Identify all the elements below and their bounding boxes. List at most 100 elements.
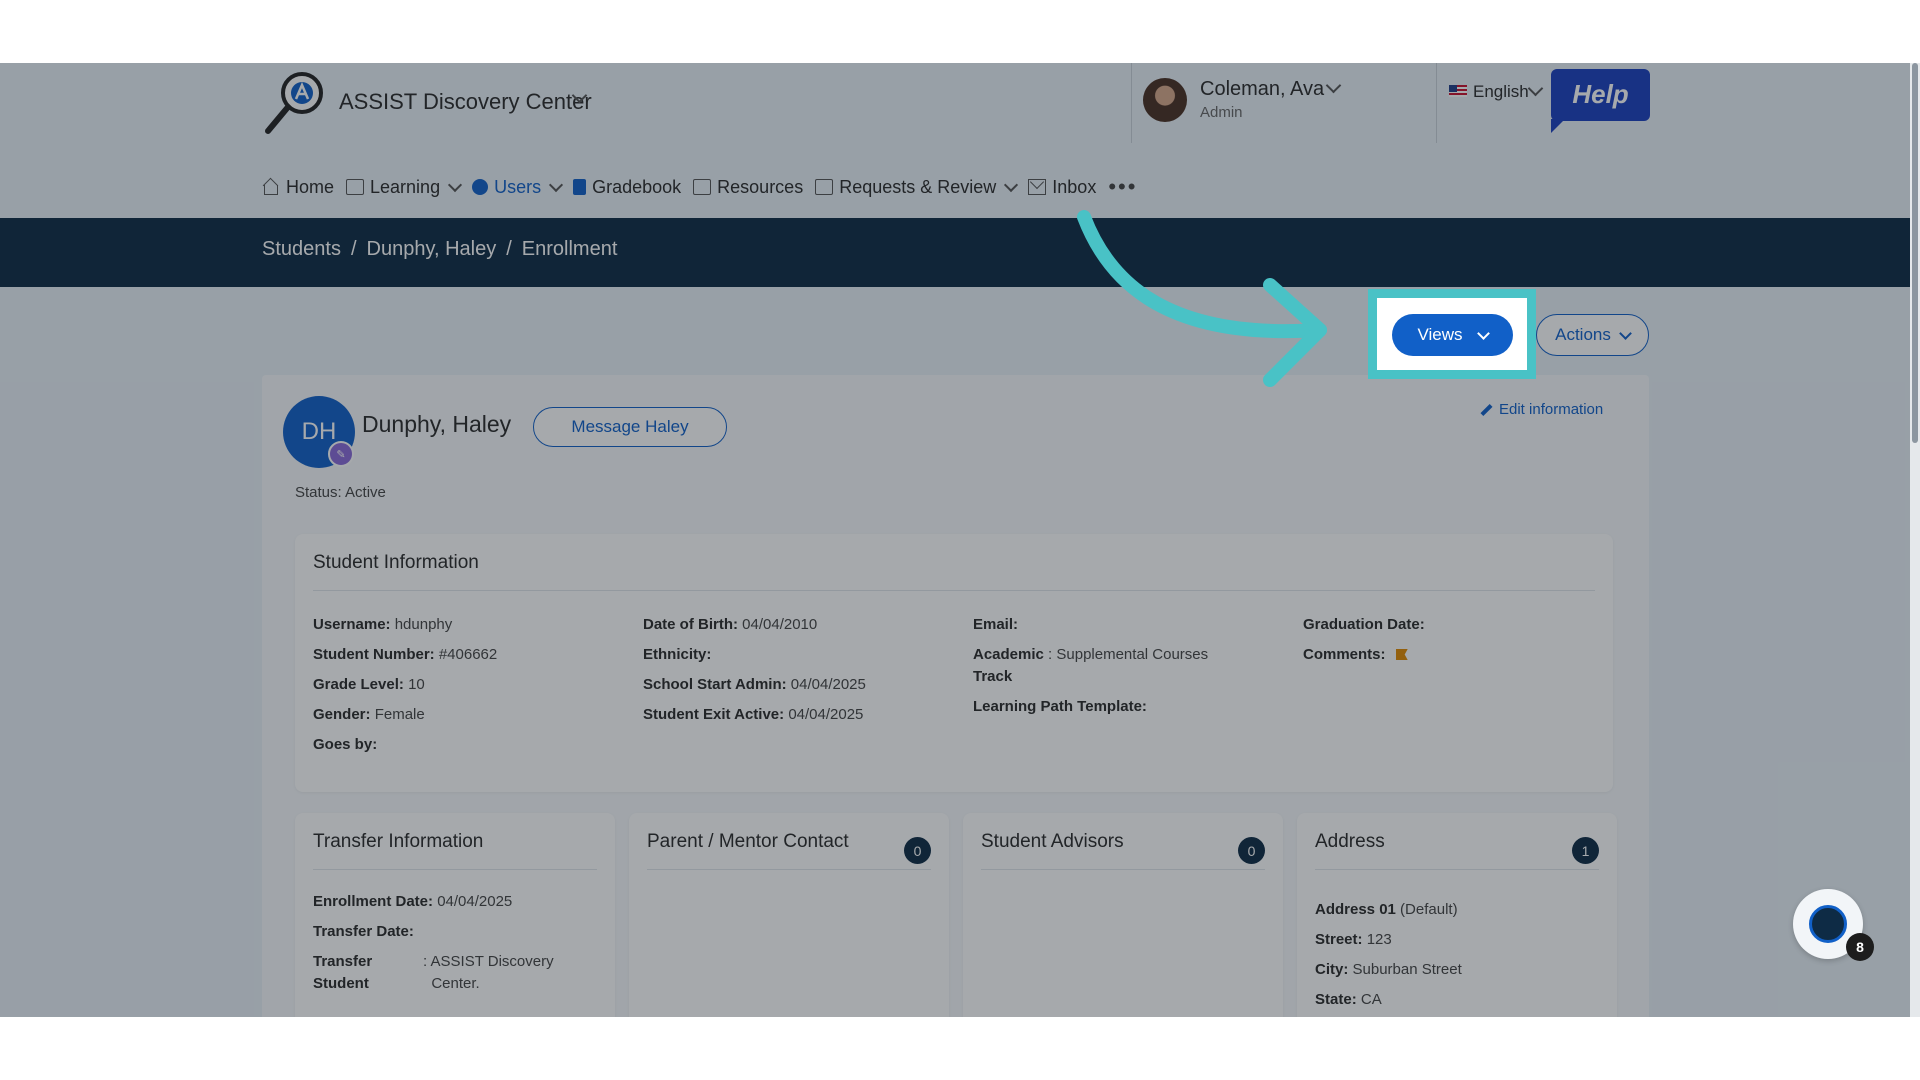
edit-information-link[interactable]: Edit information (1480, 401, 1603, 418)
nav-learning[interactable]: Learning (346, 167, 463, 207)
field-learning-path: Learning Path Template: (973, 698, 1147, 715)
card-title: Parent / Mentor Contact (647, 831, 849, 852)
us-flag-icon (1449, 85, 1467, 97)
nav-label: Learning (370, 176, 441, 197)
count-badge: 0 (904, 837, 931, 864)
chevron-down-icon (1004, 177, 1019, 192)
field-ethnicity: Ethnicity: (643, 646, 712, 663)
chevron-down-icon[interactable] (1325, 77, 1342, 94)
header-divider (1131, 63, 1132, 143)
student-panel: DH ✎ Dunphy, Haley Message Haley Edit in… (262, 375, 1649, 1017)
chevron-down-icon (1476, 326, 1490, 340)
resources-icon (693, 179, 712, 195)
breadcrumb-students[interactable]: Students (262, 238, 341, 261)
chevron-down-icon (1619, 326, 1632, 340)
divider (981, 869, 1265, 870)
divider (647, 869, 931, 870)
chevron-down-icon (549, 177, 564, 192)
avatar[interactable] (1143, 78, 1187, 122)
field-academic-track: Academic : Supplemental Courses Track (973, 646, 1209, 685)
pencil-icon (1480, 403, 1493, 416)
nav-label: Home (286, 176, 335, 197)
field-email: Email: (973, 616, 1019, 633)
field-city: City: Suburban Street (1315, 961, 1462, 978)
user-name[interactable]: Coleman, Ava (1200, 78, 1324, 101)
header-divider (1436, 63, 1437, 143)
field-username: Username: hdunphy (313, 616, 453, 633)
gradebook-icon (573, 179, 587, 195)
requests-icon (815, 179, 834, 195)
language-selector[interactable]: English (1473, 82, 1529, 102)
breadcrumb-student[interactable]: Dunphy, Haley (367, 238, 497, 261)
field-school-start: School Start Admin: 04/04/2025 (643, 676, 866, 693)
field-address-entry: Address 01 (Default) (1315, 901, 1458, 918)
chevron-down-icon[interactable] (1527, 80, 1544, 97)
field-enrollment-date: Enrollment Date: 04/04/2025 (313, 893, 513, 910)
breadcrumb-bar: Students / Dunphy, Haley / Enrollment (0, 218, 1920, 287)
card-title: Student Information (313, 552, 479, 573)
breadcrumb-separator: / (506, 238, 512, 260)
magnifier-logo-icon[interactable] (262, 69, 330, 137)
card-title: Transfer Information (313, 831, 484, 852)
breadcrumb-separator: / (350, 238, 357, 260)
count-badge: 0 (1238, 837, 1265, 864)
breadcrumb-enrollment: Enrollment (521, 238, 618, 260)
flag-icon[interactable] (1395, 649, 1408, 660)
nav-inbox[interactable]: Inbox (1028, 167, 1096, 207)
field-gender: Gender: Female (313, 706, 425, 723)
pointer-arrow-icon (1077, 210, 1327, 387)
nav-gradebook[interactable]: Gradebook (573, 167, 681, 207)
nav-home[interactable]: Home (262, 167, 334, 207)
address-card: Address 1 Address 01 (Default) Street: 1… (1297, 813, 1617, 1017)
field-date-of-birth: Date of Birth: 04/04/2010 (643, 616, 818, 633)
assist-logo-icon (1809, 905, 1847, 943)
chevron-down-icon (448, 177, 463, 192)
nav-label: Requests & Review (839, 176, 997, 197)
field-grade-level: Grade Level: 10 (313, 676, 425, 693)
count-badge: 1 (1572, 837, 1599, 864)
student-name: Dunphy, Haley (362, 411, 512, 437)
field-state: State: CA (1315, 991, 1382, 1008)
views-label: Views (1417, 325, 1463, 344)
nav-resources[interactable]: Resources (693, 167, 803, 207)
student-status: Status: Active (295, 484, 386, 501)
field-graduation-date: Graduation Date: (1303, 616, 1425, 633)
notification-count-badge: 8 (1846, 933, 1874, 961)
help-button[interactable]: Help (1551, 69, 1650, 133)
user-role: Admin (1200, 104, 1243, 121)
field-goes-by: Goes by: (313, 736, 378, 753)
nav-label: Resources (717, 176, 804, 197)
nav-users[interactable]: Users (462, 167, 564, 225)
field-comments: Comments: (1303, 644, 1408, 666)
breadcrumb: Students / Dunphy, Haley / Enrollment (262, 238, 617, 261)
main-nav: Home Learning Users Gradebook Resources (262, 167, 1137, 225)
actions-button[interactable]: Actions (1536, 314, 1649, 356)
student-advisors-card: Student Advisors 0 (963, 813, 1283, 1017)
actions-label: Actions (1555, 325, 1611, 344)
field-transfer-student-label: Transfer Student (313, 953, 373, 992)
divider (1315, 869, 1599, 870)
mail-icon (1028, 179, 1047, 195)
home-icon (262, 179, 280, 195)
app-title[interactable]: ASSIST Discovery Center (339, 89, 592, 115)
views-button[interactable]: Views (1392, 314, 1513, 356)
edit-information-label: Edit information (1499, 401, 1604, 418)
divider (313, 869, 597, 870)
field-street: Street: 123 (1315, 931, 1392, 948)
scrollbar-thumb[interactable] (1912, 63, 1918, 443)
card-title: Address (1315, 831, 1385, 852)
learning-icon (346, 179, 365, 195)
more-menu-icon[interactable]: ••• (1108, 167, 1137, 207)
app-screen: ASSIST Discovery Center Coleman, Ava Adm… (0, 63, 1920, 1017)
nav-label: Inbox (1052, 176, 1097, 197)
card-title: Student Advisors (981, 831, 1124, 852)
parent-mentor-card: Parent / Mentor Contact 0 (629, 813, 949, 1017)
nav-label: Gradebook (592, 176, 682, 197)
student-information-card: Student Information Username: hdunphy St… (295, 534, 1613, 792)
edit-avatar-icon[interactable]: ✎ (328, 441, 354, 467)
field-student-exit: Student Exit Active: 04/04/2025 (643, 706, 864, 723)
field-student-number: Student Number: #406662 (313, 646, 498, 663)
nav-label: Users (494, 176, 542, 197)
nav-requests-review[interactable]: Requests & Review (815, 167, 1019, 207)
message-student-button[interactable]: Message Haley (533, 407, 727, 447)
